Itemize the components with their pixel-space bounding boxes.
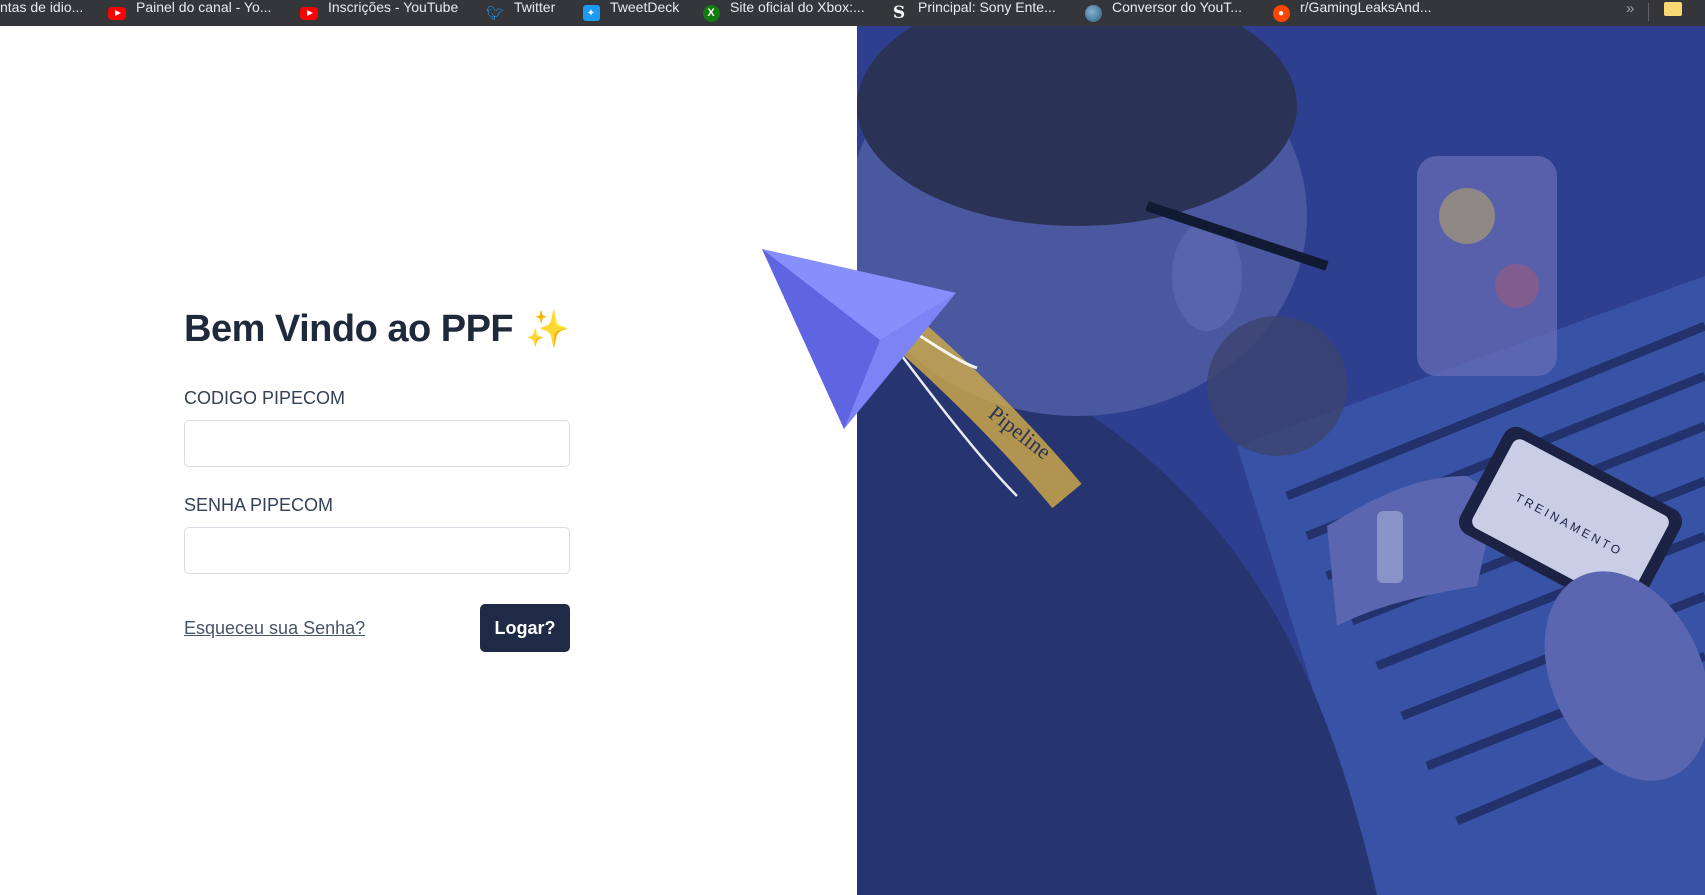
- bookmarks-divider: [1648, 3, 1649, 21]
- bookmark-label: TweetDeck: [610, 0, 680, 15]
- forgot-password-link[interactable]: Esqueceu sua Senha?: [184, 618, 365, 639]
- bookmark-item-8[interactable]: ● r/GamingLeaksAnd...: [1264, 0, 1440, 26]
- bookmark-item-1[interactable]: Painel do canal - Yo...: [100, 0, 279, 26]
- tweetdeck-icon: ✦: [582, 4, 600, 22]
- bookmark-label: r/GamingLeaksAnd...: [1300, 0, 1432, 15]
- bookmark-item-7[interactable]: Conversor do YouT...: [1076, 0, 1250, 26]
- xbox-icon: X: [702, 4, 720, 22]
- bookmark-label: ntas de idio...: [0, 0, 84, 15]
- login-button[interactable]: Logar?: [480, 604, 570, 652]
- youtube-icon: [108, 4, 126, 22]
- bookmark-label: Site oficial do Xbox:...: [730, 0, 865, 15]
- paper-plane-icon: [762, 249, 956, 429]
- hero-image: Pipeline TREINAMENTO: [857, 26, 1705, 895]
- bookmark-item-5[interactable]: X Site oficial do Xbox:...: [694, 0, 873, 26]
- youtube-icon: [300, 4, 318, 22]
- bookmarks-overflow-button[interactable]: »: [1626, 0, 1634, 21]
- form-actions: Esqueceu sua Senha? Logar?: [184, 604, 570, 652]
- password-input[interactable]: [184, 527, 570, 574]
- bookmark-label: Conversor do YouT...: [1112, 0, 1242, 15]
- bookmark-label: Twitter: [514, 0, 556, 15]
- reddit-icon: ●: [1272, 4, 1290, 22]
- sparkle-icon: ✨: [525, 308, 570, 349]
- sony-icon: S: [892, 3, 906, 23]
- bookmark-label: Painel do canal - Yo...: [136, 0, 272, 15]
- code-input[interactable]: [184, 420, 570, 467]
- twitter-icon: 🐦︎: [486, 4, 504, 21]
- password-label: SENHA PIPECOM: [184, 495, 334, 515]
- bookmark-item-6[interactable]: S Principal: Sony Ente...: [882, 0, 1064, 26]
- bookmark-label: Inscrições - YouTube: [328, 0, 459, 15]
- bookmark-item-0[interactable]: ntas de idio...: [0, 0, 91, 26]
- folder-icon[interactable]: [1664, 2, 1682, 16]
- page-title-text: Bem Vindo ao PPF: [184, 307, 514, 350]
- bookmark-item-4[interactable]: ✦ TweetDeck: [574, 0, 687, 26]
- bookmark-label: Principal: Sony Ente...: [918, 0, 1056, 15]
- login-form: Bem Vindo ao PPF ✨ CODIGO PIPECOM SENHA …: [184, 306, 570, 652]
- page-title: Bem Vindo ao PPF ✨: [184, 306, 570, 352]
- bookmarks-bar: ntas de idio... Painel do canal - Yo... …: [0, 0, 1705, 26]
- login-panel: Bem Vindo ao PPF ✨ CODIGO PIPECOM SENHA …: [0, 26, 857, 895]
- bookmark-item-3[interactable]: 🐦︎ Twitter: [478, 0, 563, 26]
- bookmark-item-2[interactable]: Inscrições - YouTube: [292, 0, 466, 26]
- converter-icon: [1084, 4, 1102, 22]
- code-label: CODIGO PIPECOM: [184, 388, 346, 408]
- hero-illustration: Pipeline TREINAMENTO: [857, 26, 1705, 895]
